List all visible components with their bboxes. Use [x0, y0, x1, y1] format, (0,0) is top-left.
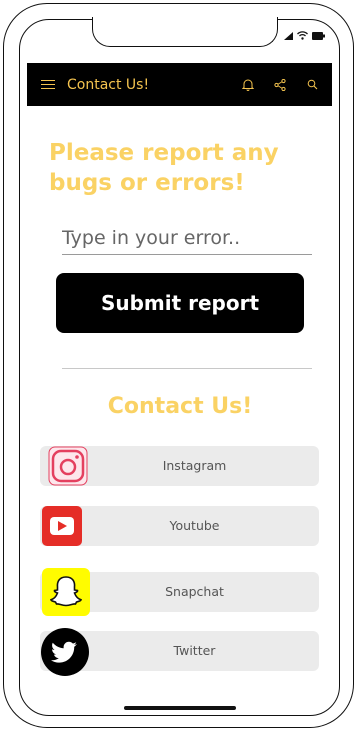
twitter-link[interactable]: Twitter [40, 628, 319, 676]
snapchat-label: Snapchat [165, 584, 224, 599]
app-bar-title: Contact Us! [67, 76, 150, 93]
home-indicator [124, 706, 236, 710]
youtube-link[interactable]: Youtube [40, 506, 319, 546]
bell-icon[interactable] [240, 77, 256, 93]
contact-heading: Contact Us! [107, 394, 253, 419]
search-icon[interactable] [304, 77, 320, 93]
submit-report-button[interactable]: Submit report [56, 273, 304, 333]
hamburger-menu-icon[interactable] [41, 79, 55, 90]
app-bar: Contact Us! [27, 63, 332, 106]
share-icon[interactable] [272, 77, 288, 93]
twitter-label: Twitter [173, 643, 216, 658]
report-heading: Please report any bugs or errors! [49, 140, 279, 196]
status-bar [284, 31, 325, 40]
error-input[interactable] [62, 222, 312, 255]
wifi-icon [297, 31, 308, 40]
battery-icon [312, 31, 325, 40]
instagram-link[interactable]: Instagram [40, 446, 319, 486]
section-divider [62, 368, 312, 369]
instagram-label: Instagram [162, 458, 227, 473]
youtube-label: Youtube [169, 518, 220, 533]
snapchat-link[interactable]: Snapchat [40, 568, 319, 616]
phone-notch [92, 17, 278, 47]
signal-icon [284, 31, 293, 40]
